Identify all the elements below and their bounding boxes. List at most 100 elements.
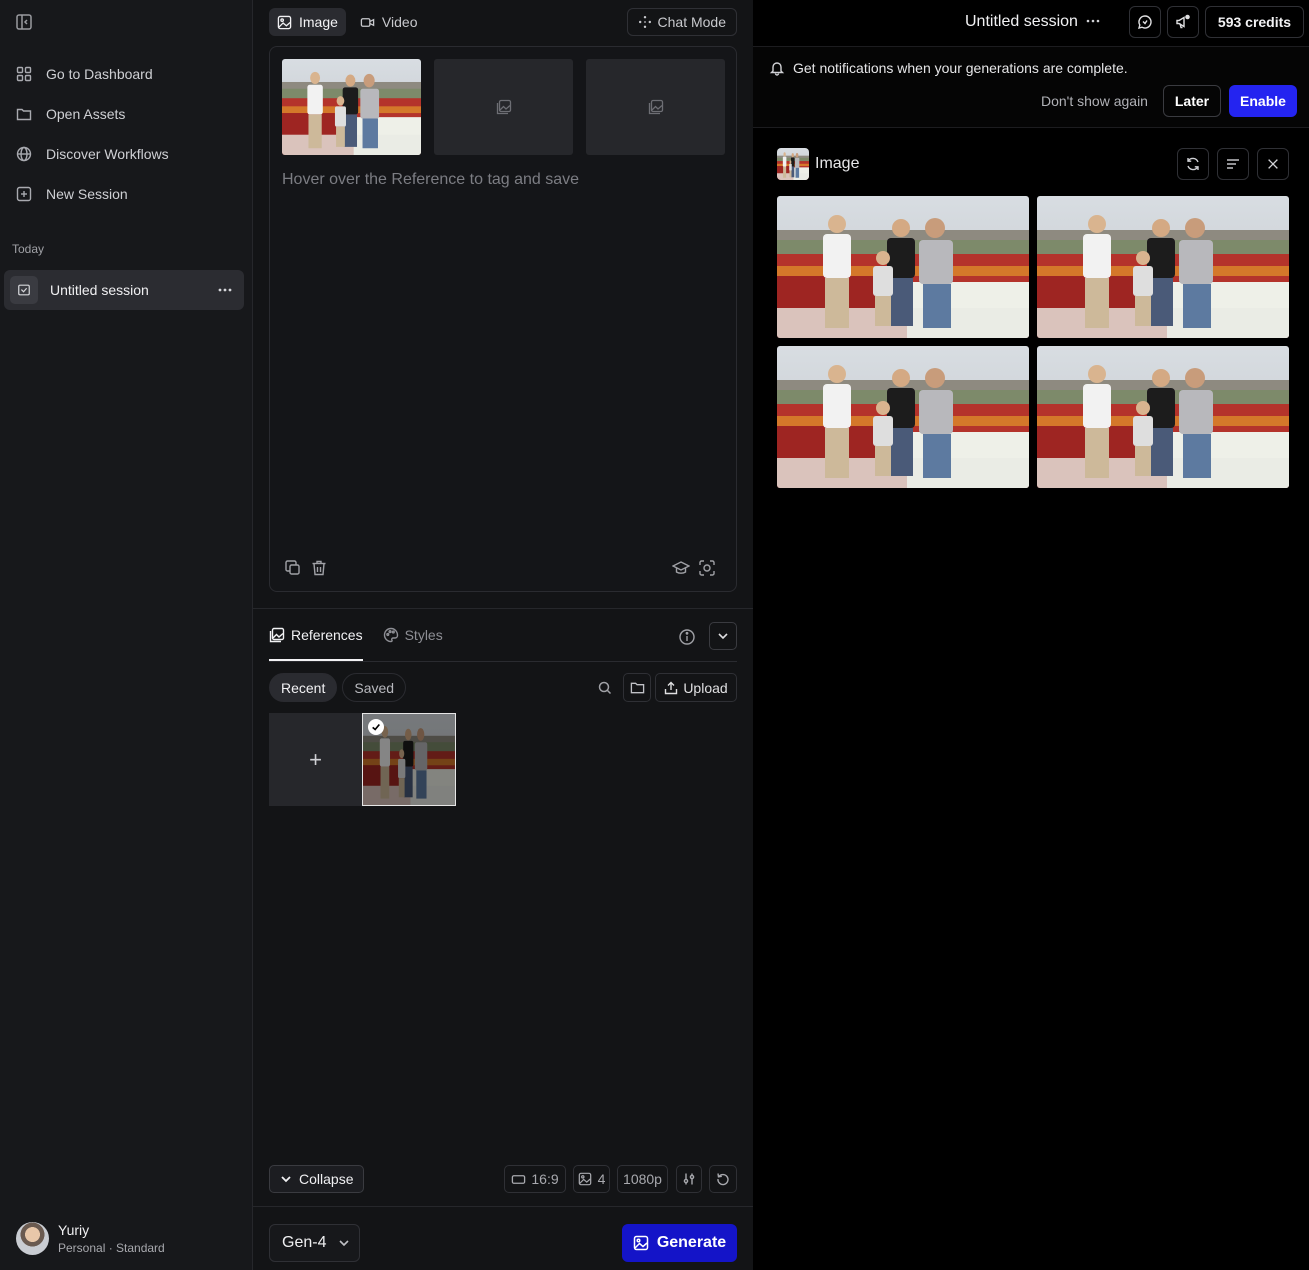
tab-label: Styles — [404, 627, 443, 643]
details-button[interactable] — [1217, 148, 1249, 180]
results-grid — [777, 196, 1289, 488]
upload-button[interactable]: Upload — [655, 673, 737, 702]
sparkle-icon — [638, 15, 652, 29]
trash-icon[interactable] — [310, 559, 328, 577]
advanced-settings-button[interactable] — [676, 1165, 702, 1193]
collapse-label: Collapse — [299, 1171, 354, 1187]
nav-discover-workflows[interactable]: Discover Workflows — [0, 134, 253, 174]
tab-video[interactable]: Video — [352, 8, 426, 36]
filter-saved[interactable]: Saved — [342, 673, 407, 702]
reset-icon — [716, 1172, 730, 1186]
nav-go-to-dashboard[interactable]: Go to Dashboard — [0, 54, 253, 94]
image-icon — [633, 1235, 649, 1251]
session-label: Untitled session — [50, 282, 149, 298]
sidebar-session-item[interactable]: Untitled session — [4, 270, 244, 310]
tab-label: Image — [299, 14, 338, 30]
add-reference-button[interactable]: + — [269, 713, 362, 806]
copy-icon[interactable] — [284, 559, 302, 577]
folder-icon — [630, 680, 645, 695]
composer-footer: Gen-4 Generate — [253, 1206, 753, 1270]
resolution-chip[interactable]: 1080p — [617, 1165, 668, 1193]
reset-button[interactable] — [709, 1165, 737, 1193]
credits-button[interactable]: 593 credits — [1205, 6, 1304, 38]
enable-button[interactable]: Enable — [1229, 85, 1297, 117]
image-count-chip[interactable]: 4 — [573, 1165, 610, 1193]
composer-panel: Image Video Chat Mode Hover over the Ref… — [253, 0, 753, 1270]
reference-photo — [282, 59, 421, 155]
result-type-label: Image — [815, 155, 860, 172]
tab-label: Video — [381, 14, 418, 30]
nav-open-assets[interactable]: Open Assets — [0, 94, 253, 134]
tab-styles[interactable]: Styles — [383, 623, 443, 661]
nav-label: Open Assets — [46, 106, 126, 122]
reference-item-selected[interactable] — [362, 713, 456, 806]
output-panel: Untitled session 593 credits Get notific… — [753, 0, 1309, 1270]
video-icon — [360, 15, 375, 30]
sidebar-nav: Go to Dashboard Open Assets Discover Wor… — [0, 54, 253, 214]
more-horizontal-icon[interactable] — [214, 279, 236, 301]
regenerate-button[interactable] — [1177, 148, 1209, 180]
generation-settings: Collapse 16:9 4 1080p — [269, 1165, 737, 1193]
result-header: Image — [777, 148, 1289, 180]
user-profile[interactable]: Yuriy Personal · Standard — [16, 1222, 165, 1255]
folder-icon — [16, 106, 32, 122]
feedback-button[interactable] — [1129, 6, 1161, 38]
info-icon[interactable] — [677, 627, 697, 647]
prompt-box[interactable]: Hover over the Reference to tag and save — [269, 46, 737, 592]
reference-slot-filled[interactable] — [282, 59, 421, 155]
plus-square-icon — [16, 186, 32, 202]
generated-image[interactable] — [1037, 346, 1289, 488]
text-lines-icon — [1225, 156, 1241, 172]
upload-icon — [664, 681, 678, 695]
generate-button[interactable]: Generate — [622, 1224, 737, 1262]
reference-tabs: References Styles — [269, 623, 463, 661]
upload-label: Upload — [683, 679, 728, 696]
session-header: Untitled session 593 credits — [753, 0, 1309, 46]
references-icon — [269, 627, 285, 643]
grid-icon — [16, 66, 32, 82]
generated-image[interactable] — [1037, 196, 1289, 338]
references-section: References Styles Recent Saved Upload + — [253, 608, 753, 806]
aspect-ratio-icon — [511, 1172, 526, 1187]
image-icon — [578, 1172, 593, 1187]
nav-label: New Session — [46, 186, 128, 202]
prompt-placeholder: Hover over the Reference to tag and save — [282, 171, 580, 188]
check-icon — [368, 719, 384, 735]
close-icon — [1266, 157, 1280, 171]
avatar — [16, 1222, 49, 1255]
reference-slot-empty[interactable] — [586, 59, 725, 155]
aspect-ratio-chip[interactable]: 16:9 — [504, 1165, 566, 1193]
collapse-button[interactable]: Collapse — [269, 1165, 365, 1193]
more-horizontal-icon[interactable] — [1085, 13, 1101, 29]
generated-image[interactable] — [777, 346, 1029, 488]
filter-recent[interactable]: Recent — [269, 673, 338, 702]
chat-bubble-icon — [1137, 14, 1153, 30]
tab-references[interactable]: References — [269, 623, 363, 661]
chevron-down-icon — [338, 1237, 350, 1249]
nav-label: Discover Workflows — [46, 146, 169, 162]
close-result-button[interactable] — [1257, 148, 1289, 180]
folder-button[interactable] — [623, 673, 651, 702]
search-icon[interactable] — [596, 679, 614, 697]
later-button[interactable]: Later — [1163, 85, 1221, 117]
nav-label: Go to Dashboard — [46, 66, 153, 82]
palette-icon — [383, 627, 399, 643]
generated-image[interactable] — [777, 196, 1029, 338]
dont-show-again-button[interactable]: Don't show again — [1041, 93, 1148, 109]
sidebar-toggle-icon[interactable] — [14, 12, 34, 32]
generated-photo — [1037, 346, 1289, 488]
graduation-cap-icon[interactable] — [672, 559, 690, 577]
reference-slot-empty[interactable] — [434, 59, 573, 155]
tab-image[interactable]: Image — [269, 8, 346, 36]
generated-photo — [777, 196, 1029, 338]
references-collapse-button[interactable] — [709, 622, 737, 650]
focus-icon[interactable] — [698, 559, 716, 577]
mode-tabs: Image Video — [269, 8, 431, 36]
session-title[interactable]: Untitled session — [965, 13, 1078, 31]
chat-mode-button[interactable]: Chat Mode — [626, 8, 737, 36]
model-selector[interactable]: Gen-4 — [269, 1224, 360, 1262]
megaphone-icon — [1175, 14, 1191, 30]
section-label-today: Today — [12, 242, 45, 256]
announcements-button[interactable] — [1167, 6, 1199, 38]
nav-new-session[interactable]: New Session — [0, 174, 253, 214]
